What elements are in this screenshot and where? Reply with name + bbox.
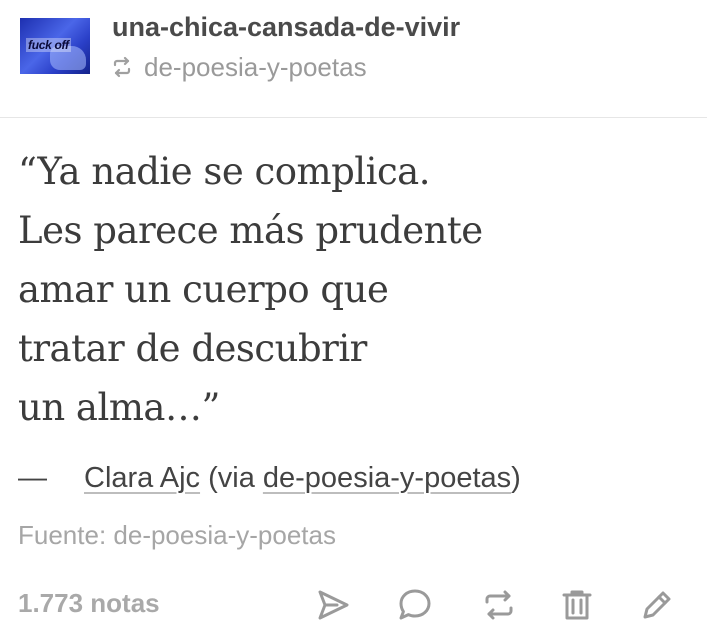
quote-line: amar un cuerpo que <box>18 268 389 311</box>
delete-button[interactable] <box>556 584 598 626</box>
post-header: fuck off una-chica-cansada-de-vivir de-p… <box>0 0 707 118</box>
header-divider <box>0 117 707 118</box>
reblog-icon <box>110 55 134 79</box>
quote-text: “Ya nadie se complica. Les parece más pr… <box>18 142 688 437</box>
share-button[interactable] <box>312 584 354 626</box>
blog-avatar[interactable]: fuck off <box>20 18 90 74</box>
via-blog-link[interactable]: de-poesia-y-poetas <box>263 462 511 495</box>
via-prefix: (via <box>200 461 263 494</box>
notes-count[interactable]: 1.773 notas <box>18 588 160 619</box>
quote-line: tratar de descubrir <box>18 327 367 370</box>
blog-name-link[interactable]: una-chica-cansada-de-vivir <box>112 12 460 43</box>
trash-icon <box>562 590 592 620</box>
pencil-icon <box>643 591 671 619</box>
attribution-dash: — <box>18 461 47 494</box>
post-source-link[interactable]: Fuente: de-poesia-y-poetas <box>18 520 336 551</box>
via-suffix: ) <box>511 461 521 494</box>
quote-line: Les parece más prudente <box>18 209 483 252</box>
quote-line: “Ya nadie se complica. <box>18 150 431 193</box>
post-footer: 1.773 notas <box>0 578 707 632</box>
author-link[interactable]: Clara Ajc <box>84 462 200 495</box>
reblog-source-link[interactable]: de-poesia-y-poetas <box>144 52 367 83</box>
speech-bubble-icon <box>399 589 431 620</box>
reblog-icon <box>485 590 513 620</box>
edit-button[interactable] <box>636 584 678 626</box>
avatar-caption: fuck off <box>26 38 71 52</box>
quote-attribution: — Clara Ajc (via de-poesia-y-poetas ) <box>18 458 521 498</box>
reblog-button[interactable] <box>478 584 520 626</box>
quote-line: un alma…” <box>18 386 220 429</box>
reblog-source-row: de-poesia-y-poetas <box>110 52 367 82</box>
reply-button[interactable] <box>394 584 436 626</box>
paper-plane-icon <box>318 590 349 620</box>
